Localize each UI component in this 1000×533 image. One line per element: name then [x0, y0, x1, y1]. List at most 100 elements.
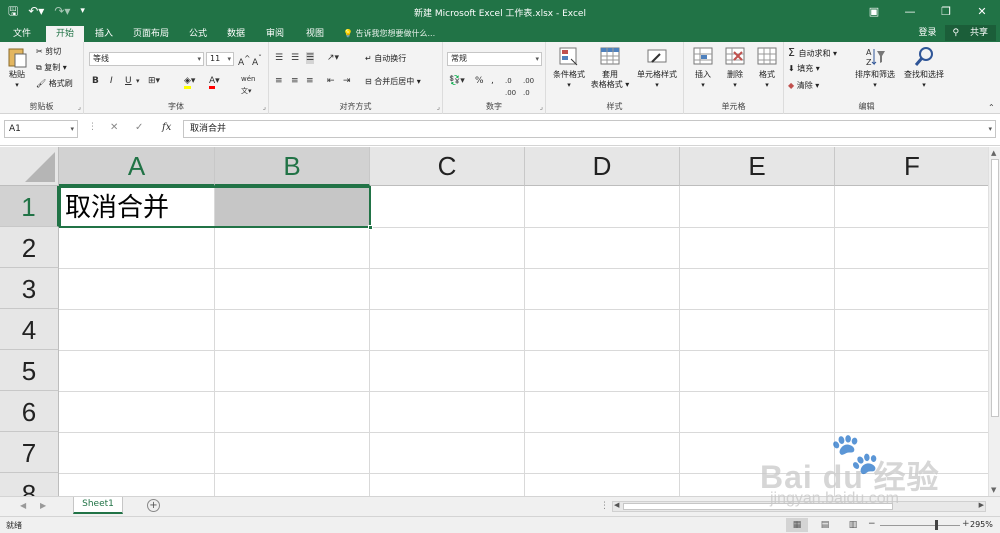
- zoom-in-icon[interactable]: +: [962, 519, 970, 529]
- scroll-right-icon[interactable]: ▶: [979, 501, 984, 509]
- name-box[interactable]: A1 ▾: [4, 120, 78, 138]
- font-name-select[interactable]: 等线 ▾: [89, 52, 204, 66]
- tell-me-box[interactable]: 💡 告诉我您想要做什么...: [343, 26, 435, 42]
- restore-icon[interactable]: ❐: [928, 0, 964, 24]
- normal-view-icon[interactable]: ▦: [786, 518, 808, 532]
- decrease-decimal-icon[interactable]: .00.0: [523, 75, 534, 99]
- sort-filter-button[interactable]: AZ 排序和筛选 ▾: [852, 46, 898, 90]
- alignment-launcher-icon[interactable]: ⌟: [437, 103, 440, 111]
- formula-input[interactable]: 取消合并 ▾: [183, 120, 996, 138]
- merge-center-button[interactable]: ⊟ 合并后居中 ▾: [365, 76, 421, 87]
- row-header-5[interactable]: 5: [0, 350, 59, 391]
- delete-cells-button[interactable]: 删除 ▾: [720, 46, 750, 90]
- row-header-1[interactable]: 1: [0, 186, 59, 227]
- format-as-table-button[interactable]: 套用 表格格式 ▾: [590, 46, 630, 90]
- bold-button[interactable]: B: [92, 75, 99, 87]
- horizontal-scroll-thumb[interactable]: [623, 503, 893, 510]
- row-header-6[interactable]: 6: [0, 391, 59, 432]
- fill-color-icon[interactable]: ◈▾: [184, 75, 195, 89]
- cut-button[interactable]: ✂ 剪切: [36, 46, 61, 57]
- tab-page-layout[interactable]: 页面布局: [126, 26, 176, 42]
- row-header-3[interactable]: 3: [0, 268, 59, 309]
- column-header-e[interactable]: E: [680, 147, 835, 186]
- sheet-next-icon[interactable]: ▶: [40, 501, 46, 510]
- clipboard-launcher-icon[interactable]: ⌟: [78, 103, 81, 111]
- zoom-out-icon[interactable]: −: [868, 519, 876, 529]
- row-header-7[interactable]: 7: [0, 432, 59, 473]
- tab-view[interactable]: 视图: [298, 26, 332, 42]
- font-size-select[interactable]: 11 ▾: [206, 52, 234, 66]
- fill-handle[interactable]: [368, 225, 373, 230]
- italic-button[interactable]: I: [110, 75, 113, 87]
- increase-decimal-icon[interactable]: .0.00: [505, 75, 516, 99]
- cancel-icon[interactable]: ✕: [110, 122, 118, 133]
- select-all-corner[interactable]: [0, 147, 59, 186]
- insert-cells-button[interactable]: 插入 ▾: [688, 46, 718, 90]
- close-icon[interactable]: ✕: [964, 0, 1000, 24]
- align-top-icon[interactable]: ☰: [275, 52, 283, 64]
- tab-home[interactable]: 开始: [46, 26, 84, 42]
- font-launcher-icon[interactable]: ⌟: [263, 103, 266, 111]
- zoom-slider[interactable]: [880, 525, 960, 526]
- align-left-icon[interactable]: ≡: [275, 75, 283, 87]
- cell-styles-button[interactable]: 单元格样式 ▾: [632, 46, 682, 90]
- increase-indent-icon[interactable]: ⇥: [343, 75, 351, 87]
- conditional-formatting-button[interactable]: 条件格式 ▾: [548, 46, 590, 90]
- share-button[interactable]: ⚲ 共享: [944, 25, 996, 41]
- tab-file[interactable]: 文件: [4, 26, 40, 42]
- column-header-a[interactable]: A: [59, 147, 215, 186]
- underline-button[interactable]: U: [125, 75, 132, 87]
- percent-icon[interactable]: %: [475, 75, 484, 87]
- ribbon-display-icon[interactable]: ▣: [856, 0, 892, 24]
- find-select-button[interactable]: 查找和选择 ▾: [900, 46, 948, 90]
- number-format-select[interactable]: 常规 ▾: [447, 52, 542, 66]
- tab-data[interactable]: 数据: [220, 26, 252, 42]
- number-launcher-icon[interactable]: ⌟: [540, 103, 543, 111]
- align-middle-icon[interactable]: ☰: [291, 52, 299, 64]
- sheet-prev-icon[interactable]: ◀: [20, 501, 26, 510]
- align-bottom-icon[interactable]: ☰: [306, 52, 315, 64]
- autosum-button[interactable]: Σ 自动求和 ▾: [788, 46, 837, 59]
- zoom-slider-thumb[interactable]: [935, 520, 938, 530]
- grow-font-icon[interactable]: A^: [238, 53, 250, 69]
- horizontal-scrollbar[interactable]: ◀ ▶: [612, 501, 986, 512]
- scroll-up-icon[interactable]: ▲: [991, 149, 996, 157]
- tab-formulas[interactable]: 公式: [182, 26, 214, 42]
- format-cells-button[interactable]: 格式 ▾: [752, 46, 782, 90]
- currency-icon[interactable]: 💱▾: [449, 75, 465, 87]
- column-header-c[interactable]: C: [370, 147, 525, 186]
- paste-button[interactable]: 粘贴 ▾: [3, 46, 31, 90]
- wrap-text-button[interactable]: ↵ 自动换行: [365, 53, 406, 64]
- zoom-level[interactable]: 295%: [970, 520, 993, 529]
- page-break-view-icon[interactable]: ▥: [842, 518, 864, 532]
- sheet-tab-sheet1[interactable]: Sheet1: [73, 497, 123, 514]
- format-painter-button[interactable]: 🖌 格式刷: [36, 78, 73, 89]
- tab-review[interactable]: 审阅: [258, 26, 292, 42]
- phonetic-icon[interactable]: wén 文▾: [241, 73, 255, 97]
- vertical-scroll-thumb[interactable]: [991, 159, 999, 417]
- vertical-scrollbar[interactable]: ▲ ▼: [988, 147, 1000, 496]
- minimize-icon[interactable]: —: [892, 0, 928, 24]
- add-sheet-icon[interactable]: +: [147, 499, 160, 512]
- scroll-down-icon[interactable]: ▼: [991, 486, 996, 494]
- comma-icon[interactable]: ,: [491, 75, 494, 87]
- copy-button[interactable]: ⧉ 复制 ▾: [36, 62, 67, 73]
- column-header-b[interactable]: B: [215, 147, 370, 186]
- fill-button[interactable]: ⬇ 填充 ▾: [788, 63, 820, 74]
- column-header-d[interactable]: D: [525, 147, 680, 186]
- row-header-8[interactable]: 8: [0, 473, 59, 496]
- borders-icon[interactable]: ⊞▾: [148, 75, 160, 87]
- page-layout-view-icon[interactable]: ▤: [814, 518, 836, 532]
- font-color-icon[interactable]: A▾: [209, 75, 220, 89]
- decrease-indent-icon[interactable]: ⇤: [327, 75, 335, 87]
- collapse-ribbon-icon[interactable]: ⌃: [988, 102, 995, 114]
- row-header-2[interactable]: 2: [0, 227, 59, 268]
- login-link[interactable]: 登录: [915, 25, 941, 41]
- clear-button[interactable]: ◆ 清除 ▾: [788, 80, 819, 91]
- insert-function-icon[interactable]: fx: [162, 122, 171, 133]
- align-right-icon[interactable]: ≡: [306, 75, 314, 87]
- shrink-font-icon[interactable]: Aˇ: [252, 53, 262, 69]
- underline-dropdown-icon[interactable]: ▾: [136, 75, 140, 87]
- enter-icon[interactable]: ✓: [135, 122, 143, 133]
- tab-split-icon[interactable]: ⋮: [600, 501, 609, 511]
